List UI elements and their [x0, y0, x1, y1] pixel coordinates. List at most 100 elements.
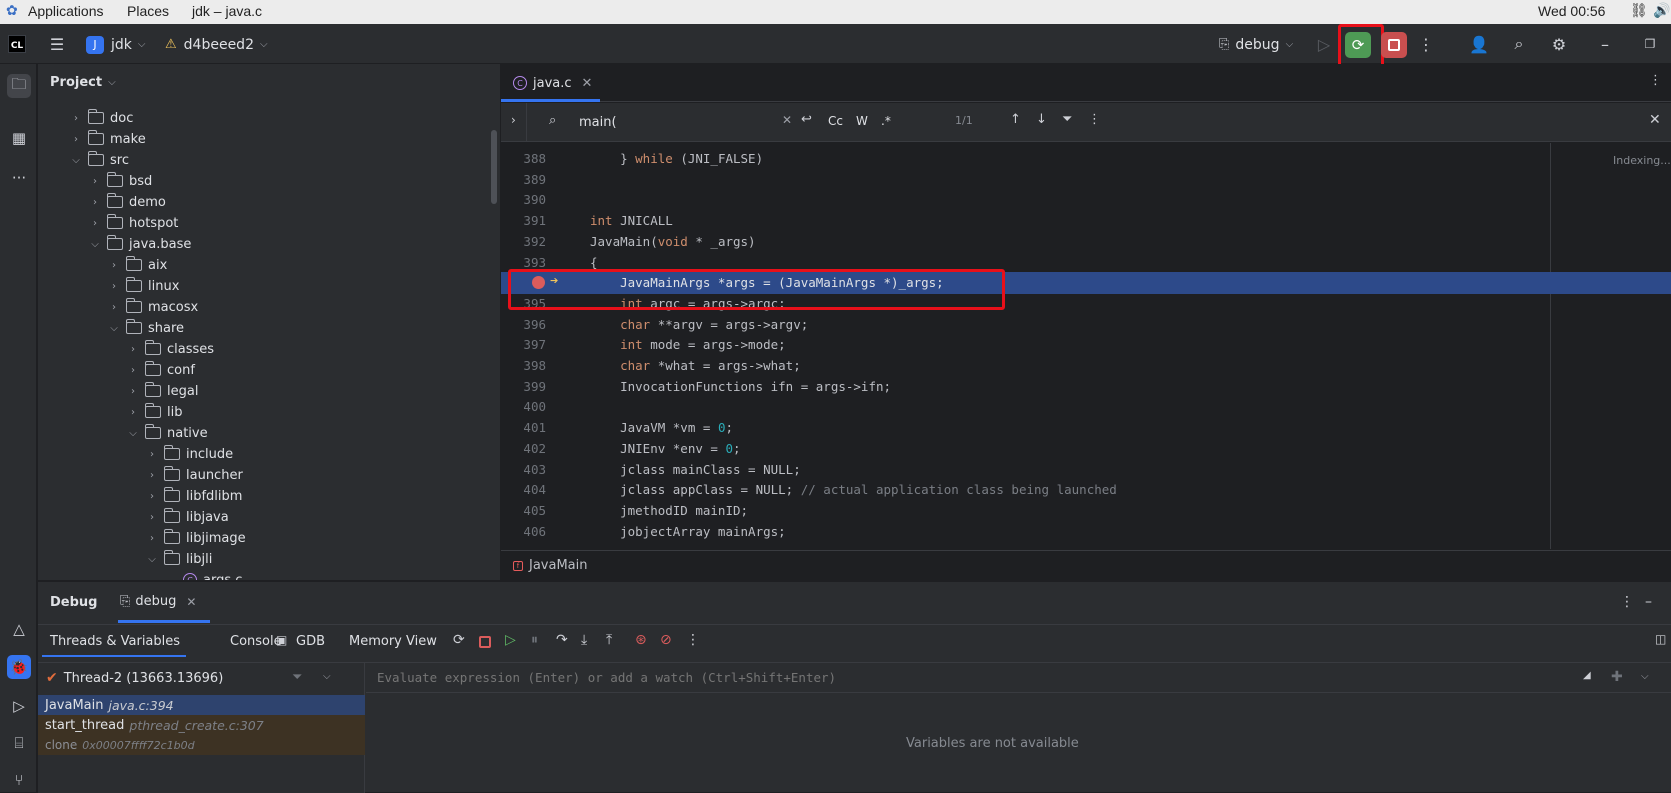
tab-gdb[interactable]: GDB [296, 634, 325, 649]
regex-toggle[interactable]: .* [881, 114, 891, 128]
chevron-right-icon[interactable]: › [146, 491, 158, 502]
restore-icon[interactable]: ❐ [1640, 34, 1660, 54]
chevron-right-icon[interactable]: › [108, 260, 120, 271]
run-config-selector[interactable]: ⎘ debug ⌵ [1219, 35, 1293, 54]
search-history-icon[interactable]: ⌕ [549, 113, 556, 128]
tree-item[interactable]: › lib [127, 402, 182, 422]
tree-item[interactable]: › libjimage [146, 528, 246, 548]
chevron-down-icon[interactable]: ⌵ [89, 239, 101, 250]
chevron-right-icon[interactable]: › [127, 386, 139, 397]
code-line[interactable]: 402 JNIEnv *env = 0; [501, 438, 1671, 460]
code-line[interactable]: 391 int JNICALL [501, 210, 1671, 232]
settings-icon[interactable]: ⚙ [1549, 34, 1569, 54]
evaluate-expression-input[interactable] [366, 663, 1671, 693]
line-number[interactable]: 392 [501, 234, 546, 249]
tree-item[interactable]: ⌵ share [108, 318, 184, 338]
add-watch-icon[interactable]: ✚ [1611, 669, 1623, 685]
more-actions-icon[interactable]: ⋮ [1416, 34, 1436, 54]
hide-panel-icon[interactable]: – [1645, 594, 1652, 610]
code-line[interactable]: 406 jobjectArray mainArgs; [501, 521, 1671, 543]
tree-item[interactable]: ⌵ libjli [146, 549, 212, 569]
stack-frame[interactable]: JavaMain java.c:394 [38, 695, 365, 715]
code-line[interactable]: 401 JavaVM *vm = 0; [501, 417, 1671, 439]
branch-selector[interactable]: ⚠ d4beeed2 ⌵ [165, 35, 268, 54]
stack-frame[interactable]: clone 0x00007ffff72c1b0d [38, 735, 365, 755]
more-tools-icon[interactable]: ··· [7, 166, 31, 190]
tree-item[interactable]: ⌵ java.base [89, 234, 191, 254]
problems-tool-icon[interactable]: △ [7, 617, 31, 641]
search-input[interactable] [579, 111, 769, 133]
line-number[interactable]: 400 [501, 399, 546, 414]
chevron-down-icon[interactable]: ⌵ [108, 323, 120, 334]
editor-tab-java-c[interactable]: C java.c ✕ [501, 64, 600, 102]
minimize-icon[interactable]: – [1595, 34, 1615, 54]
tree-item[interactable]: › demo [89, 192, 166, 212]
line-number[interactable]: 390 [501, 192, 546, 207]
line-number[interactable]: 406 [501, 524, 546, 539]
expand-replace-icon[interactable]: › [511, 113, 516, 127]
debug-session-tab[interactable]: ⎘ debug ✕ [120, 594, 196, 609]
chevron-right-icon[interactable]: › [146, 449, 158, 460]
code-line[interactable]: 392 JavaMain(void * _args) [501, 231, 1671, 253]
code-line[interactable]: 403 jclass mainClass = NULL; [501, 459, 1671, 481]
expand-input-icon[interactable]: ◢ [1583, 670, 1591, 681]
code-line[interactable]: 405 jmethodID mainID; [501, 500, 1671, 522]
project-panel-header[interactable]: Project ⌵ [50, 75, 116, 90]
code-line[interactable]: 397 int mode = args->mode; [501, 334, 1671, 356]
tab-threads-variables[interactable]: Threads & Variables [50, 634, 180, 649]
places-menu[interactable]: Places [127, 3, 169, 19]
code-line[interactable]: 390 [501, 189, 1671, 211]
chevron-right-icon[interactable]: › [146, 533, 158, 544]
step-out-icon[interactable]: ⤒ [606, 632, 612, 648]
line-number[interactable]: 396 [501, 317, 546, 332]
new-line-icon[interactable]: ↩ [801, 112, 812, 127]
line-number[interactable]: 402 [501, 441, 546, 456]
tree-item[interactable]: › legal [127, 381, 198, 401]
chevron-right-icon[interactable]: › [70, 113, 82, 124]
tab-console[interactable]: Console [230, 634, 282, 649]
next-match-icon[interactable]: ↓ [1036, 112, 1047, 127]
chevron-right-icon[interactable]: › [89, 176, 101, 187]
chevron-down-icon[interactable]: ⌵ [146, 554, 158, 565]
volume-icon[interactable]: 🔊 [1653, 2, 1670, 19]
tree-item[interactable]: › bsd [89, 171, 152, 191]
filter-icon[interactable]: ⏷ [292, 670, 302, 685]
code-view[interactable]: 388 } while (JNI_FALSE) 389 390 391 int JNIC… [501, 143, 1671, 549]
main-menu-icon[interactable]: ☰ [47, 34, 67, 54]
line-number[interactable]: 389 [501, 172, 546, 187]
tree-item[interactable]: › libjava [146, 507, 229, 527]
match-case-toggle[interactable]: Cc [828, 114, 843, 128]
tree-item[interactable]: ⌵ src [70, 150, 129, 170]
step-over-icon[interactable]: ↷ [556, 632, 568, 648]
clock[interactable]: Wed 00:56 [1538, 3, 1605, 19]
chevron-down-icon[interactable]: ⌵ [70, 155, 82, 166]
chevron-right-icon[interactable]: › [70, 134, 82, 145]
tree-item[interactable]: › conf [127, 360, 195, 380]
code-line[interactable]: 396 char **argv = args->argv; [501, 314, 1671, 336]
structure-tool-icon[interactable]: ▦ [7, 126, 31, 150]
tree-item[interactable]: › doc [70, 108, 133, 128]
line-number[interactable]: 401 [501, 420, 546, 435]
code-line[interactable]: 404 jclass appClass = NULL; // actual ap… [501, 479, 1671, 501]
applications-menu[interactable]: Applications [28, 3, 104, 19]
chevron-right-icon[interactable]: › [127, 344, 139, 355]
mute-breakpoints-icon[interactable]: ⊘ [660, 632, 672, 648]
line-number[interactable]: 388 [501, 151, 546, 166]
stack-frame[interactable]: start_thread pthread_create.c:307 [38, 715, 365, 735]
line-number[interactable]: 405 [501, 503, 546, 518]
pause-icon[interactable]: ⏸ [531, 632, 538, 648]
code-line[interactable]: 399 InvocationFunctions ifn = args->ifn; [501, 376, 1671, 398]
filter-icon[interactable]: ⏷ [1062, 112, 1072, 127]
search-icon[interactable]: ⌕ [1509, 34, 1529, 54]
tab-options-icon[interactable]: ⋮ [1649, 73, 1662, 88]
more-debug-actions-icon[interactable]: ⋮ [686, 632, 700, 648]
tree-item[interactable]: › launcher [146, 465, 243, 485]
project-tool-icon[interactable]: 🗀 [7, 74, 31, 98]
code-line[interactable]: 388 } while (JNI_FALSE) [501, 148, 1671, 170]
words-toggle[interactable]: W [856, 114, 868, 128]
tree-item[interactable]: › include [146, 444, 233, 464]
tree-scrollbar[interactable] [491, 130, 497, 204]
tree-item[interactable]: Cargs.c [165, 570, 242, 580]
chevron-right-icon[interactable]: › [89, 218, 101, 229]
project-selector[interactable]: J jdk ⌵ [86, 35, 145, 54]
